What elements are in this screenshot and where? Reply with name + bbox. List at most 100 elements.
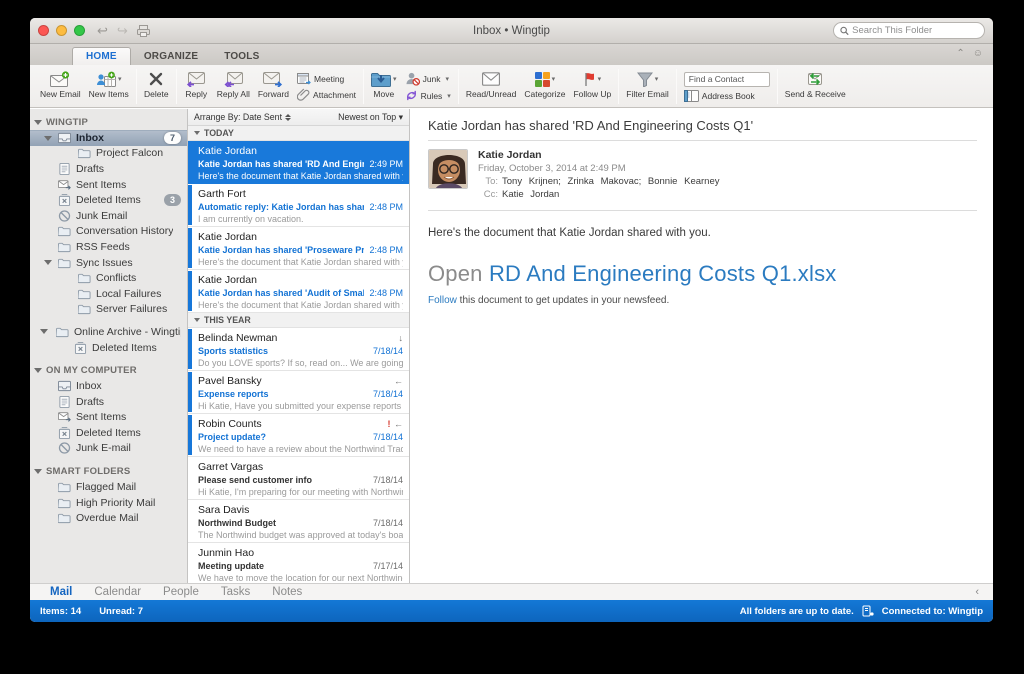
message-date: Friday, October 3, 2014 at 2:49 PM (478, 163, 626, 174)
disclosure-triangle-icon[interactable] (34, 367, 42, 373)
close-window-button[interactable] (38, 25, 49, 36)
disclosure-triangle-icon[interactable] (34, 468, 42, 474)
follow-link[interactable]: Follow (428, 295, 457, 306)
message-row[interactable]: Robin Counts! ← Project update? 7/18/14 W… (188, 414, 409, 457)
redo-icon[interactable]: ↪ (117, 23, 128, 39)
message-row[interactable]: Pavel Bansky ← Expense reports 7/18/14 Hi … (188, 371, 409, 414)
title-bar[interactable]: ↩ ↪ Inbox • Wingtip (30, 18, 993, 44)
section-header-on-my-computer[interactable]: ON MY COMPUTER (30, 362, 187, 378)
send-receive-button[interactable]: Send & Receive (781, 67, 850, 106)
folder-icon (58, 241, 71, 253)
disclosure-triangle-icon[interactable] (44, 260, 52, 266)
search-box[interactable] (833, 22, 985, 39)
sidebar-item-local-failures[interactable]: Local Failures (30, 286, 187, 302)
rules-button[interactable]: Rules ▾ (405, 89, 451, 102)
message-list: Arrange By: Date Sent Newest on Top ▾ TO… (188, 109, 410, 583)
arrange-by-control[interactable]: Arrange By: Date Sent (194, 112, 282, 122)
sidebar-item-local-inbox[interactable]: Inbox (30, 378, 187, 394)
read-unread-icon (482, 72, 500, 86)
message-row[interactable]: Sara Davis Northwind Budget 7/18/14 The N… (188, 500, 409, 543)
delete-button[interactable]: Delete (140, 67, 173, 106)
reply-button[interactable]: Reply (180, 67, 213, 106)
message-row[interactable]: Katie Jordan Katie Jordan has shared 'Pr… (188, 227, 409, 270)
tab-organize[interactable]: ORGANIZE (131, 48, 211, 65)
sidebar-item-server-failures[interactable]: Server Failures (30, 302, 187, 318)
reply-all-button[interactable]: Reply All (213, 67, 254, 106)
sidebar-item-sent-items[interactable]: Sent Items (30, 177, 187, 193)
meeting-button[interactable]: Meeting (297, 72, 356, 85)
sidebar-item-local-drafts[interactable]: Drafts (30, 394, 187, 410)
junk-button[interactable]: Junk ▾ (405, 71, 451, 86)
find-contact-input[interactable]: Find a Contact (683, 71, 770, 87)
disclosure-triangle-icon (194, 131, 200, 135)
move-button[interactable]: ▾ Move (367, 67, 401, 106)
disclosure-triangle-icon[interactable] (44, 135, 52, 141)
folder-icon (58, 225, 71, 237)
undo-icon[interactable]: ↩ (97, 23, 108, 39)
section-header-smart-folders[interactable]: SMART FOLDERS (30, 463, 187, 479)
message-row[interactable]: Garret Vargas Please send customer info 7… (188, 457, 409, 500)
message-row[interactable]: Katie Jordan Katie Jordan has shared 'RD… (188, 141, 409, 184)
sidebar-item-overdue-mail[interactable]: Overdue Mail (30, 510, 187, 526)
sort-toggle-icon[interactable] (285, 113, 292, 121)
read-unread-button[interactable]: Read/Unread (462, 67, 521, 106)
tab-tools[interactable]: TOOLS (211, 48, 272, 65)
minimize-window-button[interactable] (56, 25, 67, 36)
cc-recipients[interactable]: Katie Jordan (502, 188, 559, 201)
sidebar-item-conversation-history[interactable]: Conversation History (30, 224, 187, 240)
categorize-button[interactable]: ▾ Categorize (520, 67, 569, 106)
sidebar-item-conflicts[interactable]: Conflicts (30, 270, 187, 286)
to-recipients[interactable]: Tony Krijnen; Zrinka Makovac; Bonnie Kea… (502, 175, 720, 188)
sidebar-item-sync-issues[interactable]: Sync Issues (30, 255, 187, 271)
sidebar-item-inbox[interactable]: Inbox 7 (30, 130, 187, 146)
sidebar-item-archive-deleted-items[interactable]: Deleted Items (30, 340, 187, 356)
sidebar-item-high-priority-mail[interactable]: High Priority Mail (30, 495, 187, 511)
sidebar-item-local-sent-items[interactable]: Sent Items (30, 410, 187, 426)
group-header-today[interactable]: TODAY (188, 126, 409, 141)
new-items-button[interactable]: ▾ New Items (85, 67, 133, 106)
follow-up-button[interactable]: ▾ Follow Up (569, 67, 615, 106)
unread-count: Unread: 7 (99, 605, 144, 617)
message-row[interactable]: Katie Jordan Katie Jordan has shared 'Au… (188, 270, 409, 313)
disclosure-triangle-icon[interactable] (40, 329, 48, 335)
address-book-button[interactable]: Address Book (684, 90, 770, 102)
message-row[interactable]: Junmin Hao Meeting update 7/17/14 We have… (188, 543, 409, 583)
nav-calendar[interactable]: Calendar (94, 586, 141, 598)
collapse-ribbon-icon[interactable]: ⌃ (956, 48, 964, 59)
sidebar-item-local-deleted-items[interactable]: Deleted Items (30, 425, 187, 441)
attachment-button[interactable]: Attachment (297, 88, 356, 101)
sidebar-item-project-falcon[interactable]: Project Falcon (30, 146, 187, 162)
disclosure-triangle-icon[interactable] (34, 119, 42, 125)
folder-sidebar: WINGTIP Inbox 7 Project Falcon Drafts Sen… (30, 109, 188, 583)
nav-mail[interactable]: Mail (50, 586, 72, 598)
account-header-wingtip[interactable]: WINGTIP (30, 114, 187, 130)
new-email-button[interactable]: New Email (36, 67, 85, 106)
sidebar-item-drafts[interactable]: Drafts (30, 161, 187, 177)
high-importance-icon: ! (387, 419, 391, 429)
sidebar-item-online-archive[interactable]: Online Archive - Wingtip (30, 324, 187, 340)
nav-people[interactable]: People (163, 586, 199, 598)
sort-order-control[interactable]: Newest on Top ▾ (338, 112, 403, 123)
collapse-pane-icon[interactable]: ‹ (975, 586, 979, 598)
zoom-window-button[interactable] (74, 25, 85, 36)
print-icon[interactable] (137, 25, 150, 37)
sidebar-item-rss-feeds[interactable]: RSS Feeds (30, 239, 187, 255)
sidebar-item-flagged-mail[interactable]: Flagged Mail (30, 479, 187, 495)
outlook-window: ↩ ↪ Inbox • Wingtip HOME ORGANIZE TOOLS … (30, 18, 993, 622)
tab-home[interactable]: HOME (72, 47, 131, 65)
forward-button[interactable]: Forward (254, 67, 293, 106)
feedback-smiley-icon[interactable]: ☺ (973, 48, 983, 59)
document-link[interactable]: RD And Engineering Costs Q1.xlsx (489, 261, 837, 286)
cc-label: Cc: (483, 189, 498, 200)
filter-email-button[interactable]: ▾ Filter Email (622, 67, 673, 106)
message-row[interactable]: Garth Fort Automatic reply: Katie Jordan… (188, 184, 409, 227)
nav-tasks[interactable]: Tasks (221, 586, 250, 598)
nav-notes[interactable]: Notes (272, 586, 302, 598)
search-input[interactable] (852, 25, 978, 36)
message-row[interactable]: Belinda Newman ↓ Sports statistics 7/18/14… (188, 328, 409, 371)
group-header-this-year[interactable]: THIS YEAR (188, 313, 409, 328)
sidebar-item-local-junk-email[interactable]: Junk E-mail (30, 441, 187, 457)
sender-name[interactable]: Katie Jordan (478, 149, 720, 162)
sidebar-item-deleted-items[interactable]: Deleted Items 3 (30, 192, 187, 208)
sidebar-item-junk-email[interactable]: Junk Email (30, 208, 187, 224)
